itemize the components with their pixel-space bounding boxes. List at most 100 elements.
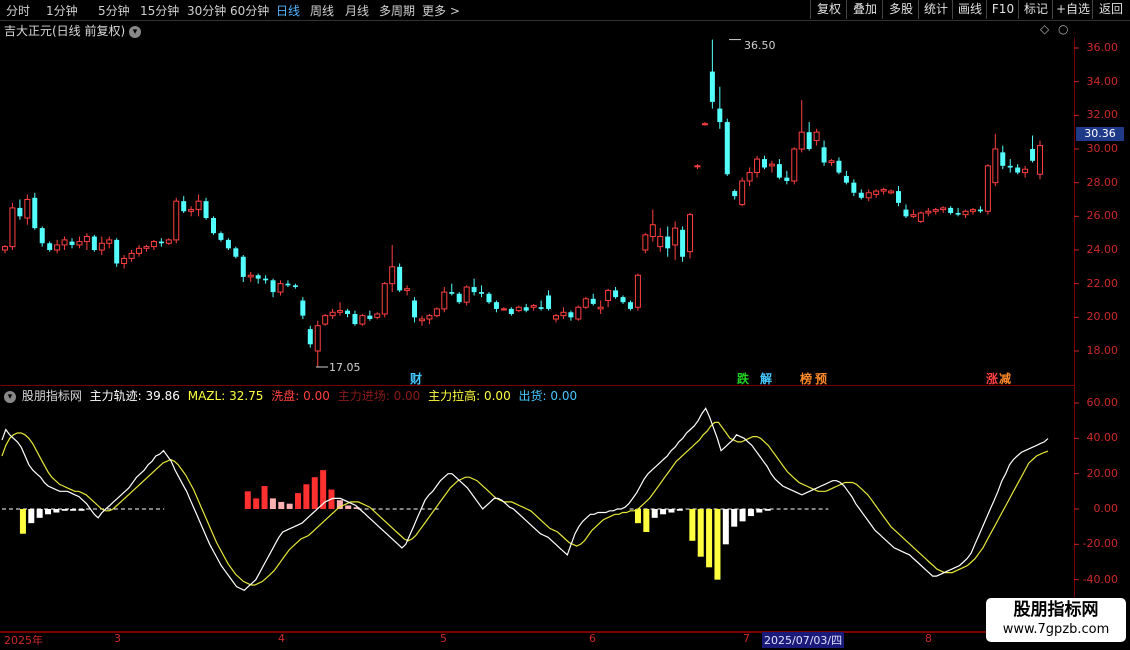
indicator-bar xyxy=(697,509,704,557)
candle-body xyxy=(255,275,261,279)
indicator-bar xyxy=(651,509,658,518)
candle-body xyxy=(515,306,522,312)
candle xyxy=(352,310,358,326)
candle xyxy=(798,100,805,153)
candle-body xyxy=(821,147,827,163)
candle-body xyxy=(210,218,216,234)
marker-rank[interactable]: 榜 xyxy=(800,370,812,387)
candle xyxy=(530,303,537,311)
candle xyxy=(880,187,887,195)
indicator-field-wash: 洗盘: 0.00 xyxy=(271,389,330,403)
candle-body xyxy=(508,308,514,314)
sell-value: 0.00 xyxy=(550,389,578,403)
candle-body xyxy=(449,292,455,294)
candle xyxy=(314,320,321,367)
candle xyxy=(665,226,671,257)
candle-body xyxy=(412,300,418,318)
candle xyxy=(195,194,202,217)
candle xyxy=(709,39,715,109)
candle-body xyxy=(768,163,775,167)
candle xyxy=(240,255,246,282)
indicator-bar xyxy=(634,509,641,524)
candle-body xyxy=(158,241,164,244)
candle xyxy=(247,271,254,282)
candle-body xyxy=(590,298,596,304)
candle xyxy=(83,233,90,250)
indicator-bar xyxy=(19,509,26,534)
candle xyxy=(813,128,820,146)
candle-body xyxy=(352,313,358,325)
candle xyxy=(69,238,75,249)
indicator-name: 股朋指标网 xyxy=(21,389,82,403)
candle xyxy=(479,285,485,298)
marker-increase[interactable]: 涨 xyxy=(986,370,998,387)
marker-finance[interactable]: 财 xyxy=(410,370,422,387)
candle-body xyxy=(776,164,782,178)
marker-drop[interactable]: 跌 xyxy=(737,370,749,387)
candle-body xyxy=(605,289,612,301)
candle xyxy=(397,263,403,293)
candle-body xyxy=(337,310,344,313)
indicator-field-enter: 主力进场: 0.00 xyxy=(338,389,421,403)
candle xyxy=(642,233,649,254)
candle xyxy=(143,244,150,252)
marker-unlock[interactable]: 解 xyxy=(760,370,772,387)
chevron-down-icon[interactable]: ▾ xyxy=(4,390,16,403)
indicator-field-sell: 出货: 0.00 xyxy=(519,389,578,403)
indicator-bar xyxy=(706,509,713,568)
candle xyxy=(910,209,917,219)
kline-chart[interactable] xyxy=(0,0,1130,650)
candle xyxy=(620,295,626,304)
candle xyxy=(121,255,128,269)
candle xyxy=(463,285,470,306)
candle-body xyxy=(2,246,8,251)
indicator-bar xyxy=(61,509,68,511)
watermark-logo: 股朋指标网 www.7gpzb.com xyxy=(986,598,1126,642)
candle-body xyxy=(582,298,589,308)
marker-reduce[interactable]: 减 xyxy=(999,370,1011,387)
candle xyxy=(582,297,589,309)
indicator-bar xyxy=(764,509,771,511)
candle xyxy=(597,300,604,314)
candle xyxy=(649,209,656,242)
candle-body xyxy=(91,236,97,250)
candle-body xyxy=(813,131,820,142)
candle xyxy=(962,209,969,219)
candle-body xyxy=(345,310,351,314)
candle-body xyxy=(397,266,403,291)
candle-body xyxy=(523,307,529,311)
candle-body xyxy=(701,123,708,126)
indicator-bar xyxy=(714,509,721,580)
candle-body xyxy=(546,295,552,309)
indicator-tick-label: -40.00 xyxy=(1082,572,1118,586)
candle xyxy=(367,310,373,321)
candle-body xyxy=(188,209,195,212)
candle-body xyxy=(277,283,284,293)
high-price-label: 36.50 xyxy=(744,39,776,52)
candle-body xyxy=(917,212,924,222)
candle xyxy=(739,177,746,207)
candle xyxy=(1022,165,1029,178)
indicator-bar xyxy=(345,505,352,509)
candle xyxy=(2,244,8,254)
marker-forecast[interactable]: 预 xyxy=(815,370,827,387)
candle xyxy=(746,167,753,187)
candle xyxy=(701,122,708,126)
candle xyxy=(687,212,694,259)
candle-body xyxy=(374,313,381,318)
candle-body xyxy=(24,199,31,219)
candle-body xyxy=(969,209,976,212)
candle xyxy=(977,206,983,213)
candle xyxy=(500,307,507,311)
candle xyxy=(553,313,560,323)
candle-body xyxy=(54,244,61,251)
candle xyxy=(374,312,381,320)
candle xyxy=(322,313,329,326)
indicator-bar xyxy=(278,501,285,509)
candle-body xyxy=(865,192,872,199)
candle xyxy=(404,285,411,296)
candle xyxy=(54,239,61,254)
candle xyxy=(76,236,83,249)
candle-body xyxy=(263,278,269,281)
candle-body xyxy=(381,283,388,315)
